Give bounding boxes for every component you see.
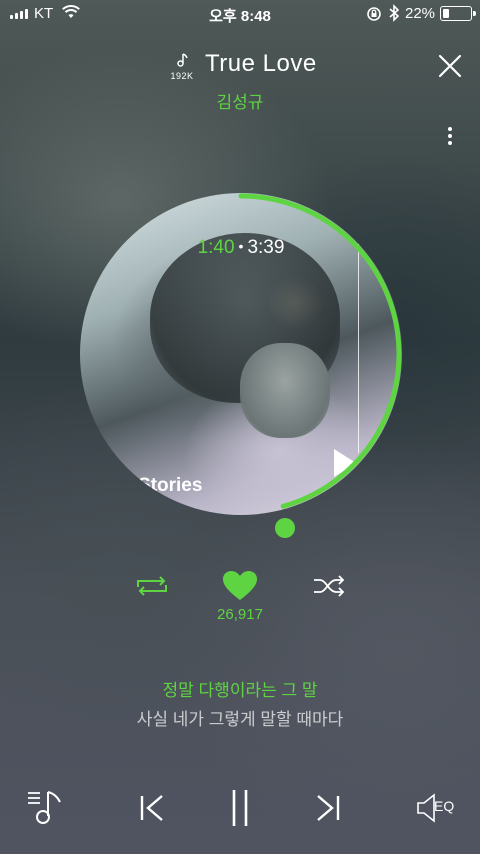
album-art-player[interactable]: Stories 1:40 • 3:39 xyxy=(80,193,402,515)
progress-knob[interactable] xyxy=(275,518,295,538)
music-note-icon xyxy=(177,53,188,67)
battery-fill xyxy=(443,9,449,18)
artist-name[interactable]: 김성규 xyxy=(0,88,480,113)
shuffle-icon[interactable] xyxy=(312,574,346,598)
song-title: True Love xyxy=(205,50,317,77)
close-icon[interactable] xyxy=(436,52,464,80)
playlist-icon[interactable] xyxy=(26,788,66,826)
status-bar: KT 오후 8:48 22% xyxy=(0,0,480,28)
rotation-lock-icon xyxy=(367,7,381,21)
like-count: 26,917 xyxy=(217,606,263,623)
elapsed-time: 1:40 xyxy=(197,237,235,258)
repeat-icon[interactable] xyxy=(135,574,169,598)
equalizer-button[interactable]: EQ xyxy=(414,792,460,824)
playback-time: 1:40 • 3:39 xyxy=(197,237,285,258)
total-time: 3:39 xyxy=(247,237,285,258)
lyric-next-line[interactable]: 사실 네가 그렇게 말할 때마다 xyxy=(0,705,480,730)
quality-label: 192K xyxy=(170,71,194,81)
more-options-icon[interactable] xyxy=(440,124,460,152)
audio-quality-button[interactable]: 192K xyxy=(167,52,197,81)
battery-icon xyxy=(440,6,476,21)
previous-track-icon[interactable] xyxy=(136,792,168,824)
eq-label: EQ xyxy=(434,798,455,814)
heart-icon[interactable] xyxy=(222,570,258,602)
next-track-icon[interactable] xyxy=(312,792,344,824)
lyric-current-line[interactable]: 정말 다행이라는 그 말 xyxy=(0,676,480,701)
battery-percent: 22% xyxy=(405,5,436,22)
pause-icon[interactable] xyxy=(224,788,256,828)
bluetooth-icon xyxy=(389,4,400,22)
